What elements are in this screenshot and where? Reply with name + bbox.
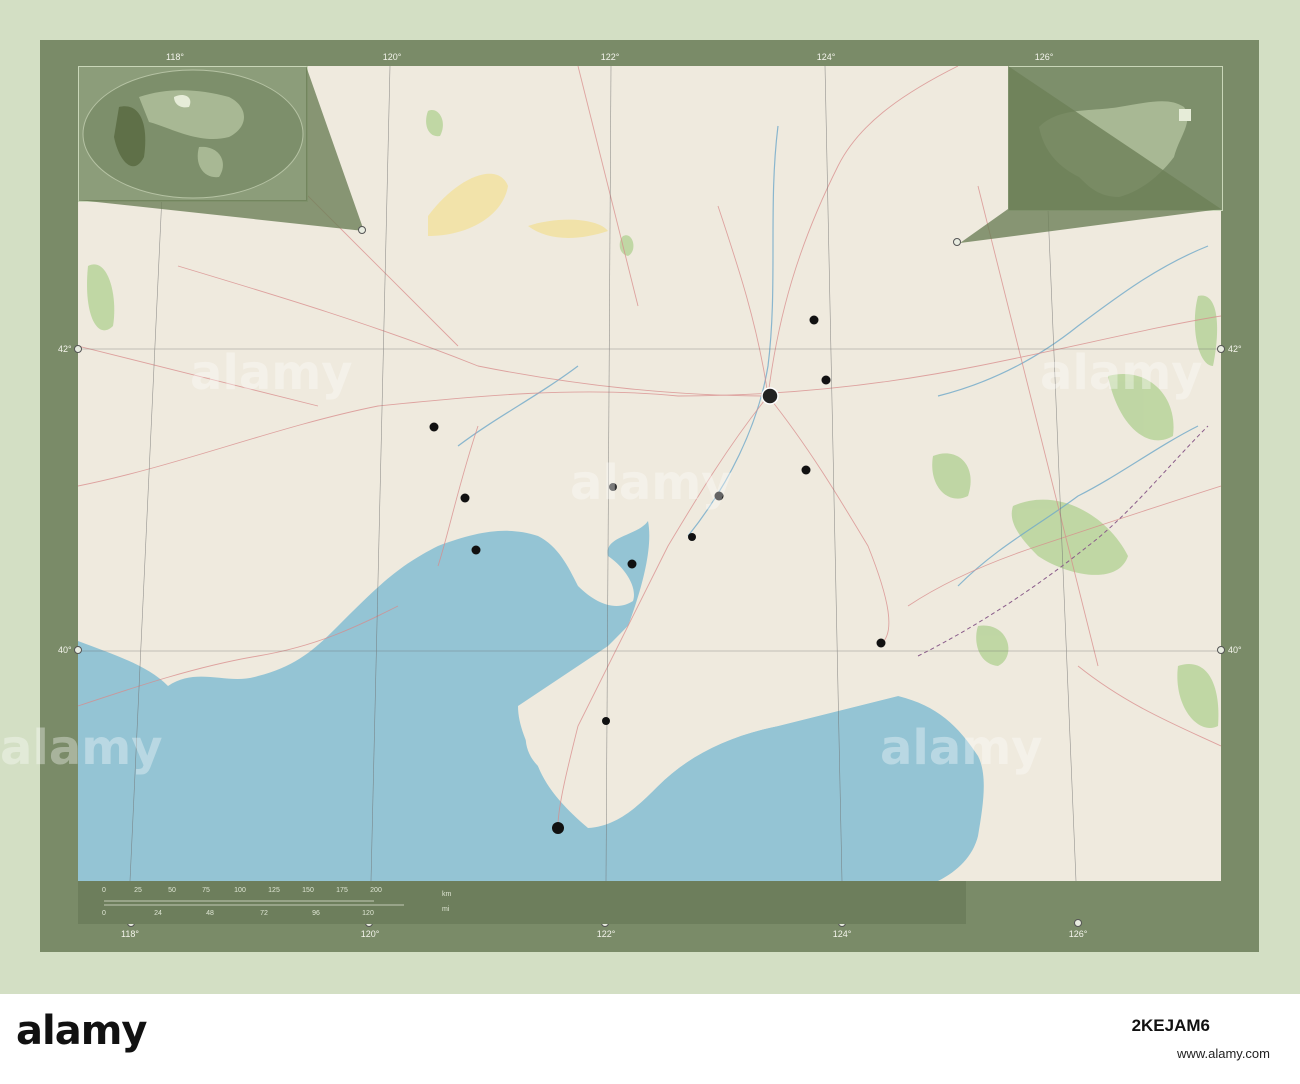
tick-marker [1217,345,1225,353]
watermark-overlay: alamy [0,720,163,776]
scale-km-tick: 50 [168,887,176,894]
scale-km-tick: 75 [202,887,210,894]
scale-km-tick: 25 [134,887,142,894]
lat-tick-left: 42° [58,344,72,354]
lon-tick-bottom: 124° [832,929,852,939]
tick-marker [1217,646,1225,654]
globe-callout [78,66,364,231]
lon-tick-bottom: 118° [121,929,139,939]
watermark-overlay: alamy [1040,345,1203,401]
city-marker[interactable] [876,638,886,648]
scale-mi-tick: 0 [102,910,106,917]
scale-km-tick: 125 [268,887,280,894]
scale-km-tick: 100 [234,887,246,894]
watermark-bar [0,994,1300,1084]
city-marker[interactable] [552,822,564,834]
scale-mi-tick: 96 [312,910,320,917]
watermark-overlay: alamy [190,345,353,401]
brand-logo: alamy [16,1008,147,1054]
city-marker[interactable] [688,533,696,541]
lat-tick-left: 40° [58,645,72,655]
scale-km-unit: km [442,891,452,898]
city-marker[interactable] [627,559,637,569]
lon-tick-bottom: 120° [360,929,380,939]
watermark-overlay: alamy [880,720,1043,776]
callout-point [358,226,366,234]
country-callout [960,66,1221,243]
city-marker[interactable] [471,545,481,555]
lon-tick-top: 118° [166,52,184,62]
lon-tick-bottom: 122° [596,929,616,939]
lat-tick-right: 40° [1228,645,1242,655]
city-marker[interactable] [821,375,831,385]
tick-marker [1074,919,1082,927]
lon-tick-top: 120° [382,52,402,62]
city-marker[interactable] [801,465,811,475]
scale-bar: 0 25 50 75 100 125 150 175 200 km 0 24 4… [78,881,966,924]
lon-tick-top: 126° [1034,52,1054,62]
scale-km-tick: 175 [336,887,348,894]
callout-point [953,238,961,246]
brand-url[interactable]: www.alamy.com [1177,1046,1270,1061]
scale-mi-unit: mi [442,906,450,913]
city-marker[interactable] [429,422,439,432]
scale-mi-tick: 48 [206,910,214,917]
scale-km-tick: 150 [302,887,314,894]
tick-marker [74,345,82,353]
city-marker[interactable] [809,315,819,325]
scale-km-tick: 200 [370,887,382,894]
city-marker[interactable] [460,493,470,503]
lon-tick-bottom: 126° [1068,929,1088,939]
lat-tick-right: 42° [1228,344,1242,354]
scale-mi-tick: 24 [154,910,162,917]
scale-mi-tick: 120 [362,910,374,917]
image-id: 2KEJAM6 [1131,1016,1210,1035]
tick-marker [74,646,82,654]
city-marker[interactable] [761,387,779,405]
lon-tick-top: 122° [600,52,620,62]
city-marker[interactable] [602,717,610,725]
watermark-overlay: alamy [570,455,733,511]
scale-mi-tick: 72 [260,910,268,917]
scale-km-tick: 0 [102,887,106,894]
lon-tick-top: 124° [816,52,836,62]
